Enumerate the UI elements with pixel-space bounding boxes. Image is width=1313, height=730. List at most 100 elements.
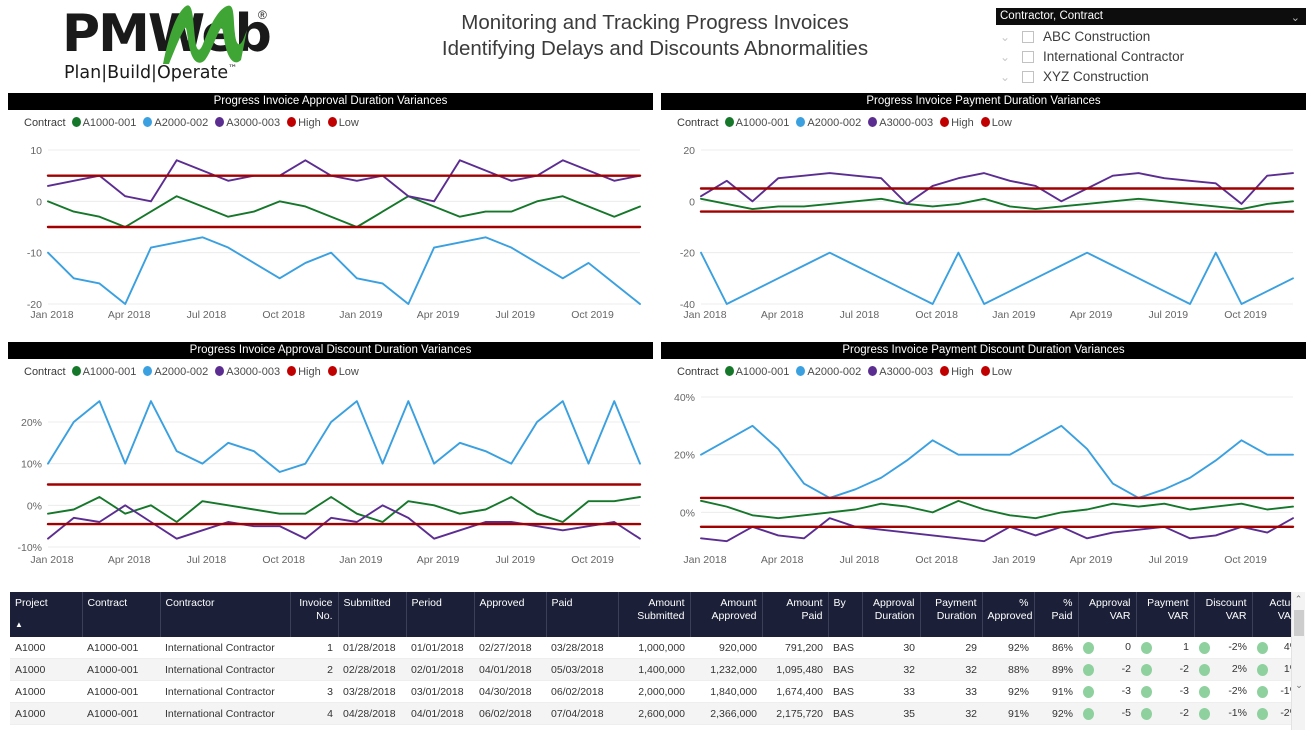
slicer-header[interactable]: Contractor, Contract ⌄ (996, 8, 1306, 25)
checkbox[interactable] (1022, 31, 1034, 43)
table-header-label: Amount Submitted (637, 597, 685, 622)
svg-text:Apr 2019: Apr 2019 (417, 309, 460, 321)
legend-item-high[interactable]: High (940, 117, 974, 129)
legend-item-a2000-002[interactable]: A2000-002 (143, 366, 208, 378)
table-header-contract[interactable]: Contract (82, 592, 161, 637)
legend-item-low[interactable]: Low (980, 117, 1012, 129)
table-cell-contract: A1000-001 (82, 658, 160, 681)
table-row[interactable]: A1000 A1000-001 International Contractor 2 0… (10, 658, 1304, 681)
legend-item-a1000-001[interactable]: A1000-001 (71, 366, 136, 378)
contractor-contract-slicer[interactable]: Contractor, Contract ⌄ ⌄ ABC Construction… (996, 8, 1306, 88)
table-cell-approval_var: -5 (1078, 702, 1136, 725)
table-cell-payment_var: -2 (1136, 702, 1194, 725)
chart-plot[interactable]: 10 0 -10 -20 Jan 2018 Apr 2018 Jul 2018 Oct 201… (8, 136, 653, 331)
legend-item-low[interactable]: Low (327, 366, 359, 378)
legend-item-a1000-001[interactable]: A1000-001 (724, 117, 790, 129)
legend-item-a1000-001[interactable]: A1000-001 (724, 366, 789, 378)
legend-swatch-icon (327, 117, 337, 127)
table-header-approval_var[interactable]: Approval VAR (1078, 592, 1137, 637)
table-header-submitted[interactable]: Submitted (338, 592, 407, 637)
sort-ascending-icon[interactable]: ▲ (15, 619, 77, 632)
svg-text:Oct 2018: Oct 2018 (915, 309, 958, 321)
legend-item-a2000-002[interactable]: A2000-002 (796, 117, 861, 129)
legend-swatch-icon (868, 366, 878, 376)
logo-registered-mark: ® (258, 8, 267, 22)
table-cell-value: -3 (1121, 685, 1131, 697)
table-cell-contractor: International Contractor (160, 680, 290, 703)
svg-text:Jan 2019: Jan 2019 (992, 309, 1035, 321)
legend-item-a3000-003[interactable]: A3000-003 (215, 366, 280, 378)
legend-item-a2000-002[interactable]: A2000-002 (143, 117, 208, 129)
table-row[interactable]: A1000 A1000-001 International Contractor 1 0… (10, 637, 1304, 659)
chart-plot[interactable]: 20 0 -20 -40 Jan 2018 Apr 2018 Jul 2018 Oct 201… (661, 136, 1306, 331)
scrollbar-thumb[interactable] (1294, 610, 1304, 636)
table-cell-pct_approved: 92% (982, 680, 1034, 703)
table-header-amount_paid[interactable]: Amount Paid (762, 592, 829, 637)
chart-panel-approval-discount-duration-variances: Progress Invoice Approval Discount Durat… (8, 342, 653, 582)
table-header-pct_paid[interactable]: % Paid (1034, 592, 1079, 637)
table-cell-payment_duration: 33 (920, 680, 982, 703)
scroll-down-arrow-icon[interactable]: ⌄ (1292, 678, 1305, 692)
chevron-down-icon[interactable]: ⌄ (1291, 10, 1300, 27)
legend-swatch-icon (215, 366, 225, 376)
legend-swatch-icon (940, 366, 950, 376)
table-header-project[interactable]: Project ▲ (10, 592, 83, 637)
table-header-amount_submitted[interactable]: Amount Submitted (618, 592, 691, 637)
expand-chevron-icon[interactable]: ⌄ (1000, 47, 1022, 67)
svg-text:20%: 20% (674, 450, 695, 462)
table-cell-project: A1000 (10, 680, 82, 703)
table-cell-contractor: International Contractor (160, 702, 290, 725)
scroll-up-arrow-icon[interactable]: ⌃ (1292, 592, 1305, 606)
svg-text:0%: 0% (680, 507, 695, 519)
chart-panel-approval-duration-variances: Progress Invoice Approval Duration Varia… (8, 93, 653, 336)
table-header-paid[interactable]: Paid (546, 592, 619, 637)
slicer-item-xyz-construction[interactable]: ⌄ XYZ Construction (996, 67, 1306, 87)
legend-swatch-icon (796, 366, 806, 376)
table-row[interactable]: A1000 A1000-001 International Contractor 3 0… (10, 680, 1304, 703)
slicer-item-abc-construction[interactable]: ⌄ ABC Construction (996, 27, 1306, 47)
table-header-by[interactable]: By (828, 592, 863, 637)
legend-item-a2000-002[interactable]: A2000-002 (796, 366, 861, 378)
legend-label: A1000-001 (735, 117, 790, 129)
svg-text:Jul 2019: Jul 2019 (495, 554, 535, 566)
table-header-amount_approved[interactable]: Amount Approved (690, 592, 763, 637)
checkbox[interactable] (1022, 71, 1034, 83)
table-header-pct_approved[interactable]: % Approved (982, 592, 1035, 637)
legend-item-a3000-003[interactable]: A3000-003 (868, 117, 933, 129)
table-cell-amount_paid: 1,674,400 (762, 680, 828, 703)
legend-item-a3000-003[interactable]: A3000-003 (868, 366, 933, 378)
table-cell-amount_submitted: 1,000,000 (618, 637, 690, 659)
chart-plot[interactable]: 40% 20% 0% Jan 2018 Apr 2018 Jul 2018 Oct 2018… (661, 385, 1306, 577)
table-header-approved[interactable]: Approved (474, 592, 547, 637)
legend-item-a3000-003[interactable]: A3000-003 (215, 117, 280, 129)
table-header-invoice_no[interactable]: Invoice No. (290, 592, 339, 637)
table-vertical-scrollbar[interactable]: ⌃ ⌄ (1291, 592, 1305, 730)
legend-swatch-icon (868, 117, 878, 127)
legend-item-high[interactable]: High (287, 366, 321, 378)
checkbox[interactable] (1022, 51, 1034, 63)
table-header-approval_duration[interactable]: Approval Duration (862, 592, 921, 637)
legend-item-high[interactable]: High (287, 117, 321, 129)
legend-item-low[interactable]: Low (980, 366, 1012, 378)
table-row[interactable]: A1000 A1000-001 International Contractor 4 0… (10, 702, 1304, 725)
expand-chevron-icon[interactable]: ⌄ (1000, 27, 1022, 47)
table-body: A1000 A1000-001 International Contractor 1 0… (10, 637, 1304, 725)
table-header-payment_var[interactable]: Payment VAR (1136, 592, 1195, 637)
table-header-contractor[interactable]: Contractor (160, 592, 291, 637)
slicer-item-international-contractor[interactable]: ⌄ International Contractor (996, 47, 1306, 67)
table-header-discount_var[interactable]: Discount VAR (1194, 592, 1253, 637)
invoice-table[interactable]: Project ▲ Contract Contractor Invoice No. Sub… (10, 592, 1305, 730)
table-cell-by: BAS (828, 637, 862, 659)
expand-chevron-icon[interactable]: ⌄ (1000, 67, 1022, 87)
table-header-payment_duration[interactable]: Payment Duration (920, 592, 983, 637)
svg-text:0: 0 (36, 196, 42, 208)
legend-item-low[interactable]: Low (327, 117, 359, 129)
table-header-label: Approval Duration (873, 597, 915, 622)
chart-plot[interactable]: 20% 10% 0% -10% Jan 2018 Apr 2018 Jul 2018 Oct … (8, 385, 653, 577)
table-header-period[interactable]: Period (406, 592, 475, 637)
legend-item-high[interactable]: High (940, 366, 974, 378)
legend-label: Low (991, 117, 1012, 129)
chart-legend: Contract A1000-001 A2000-002 A3000-003 High L… (8, 359, 653, 385)
legend-item-a1000-001[interactable]: A1000-001 (71, 117, 136, 129)
page-header: PMWeb ® Plan|Build|Operate™ Monitoring a… (0, 0, 1313, 90)
